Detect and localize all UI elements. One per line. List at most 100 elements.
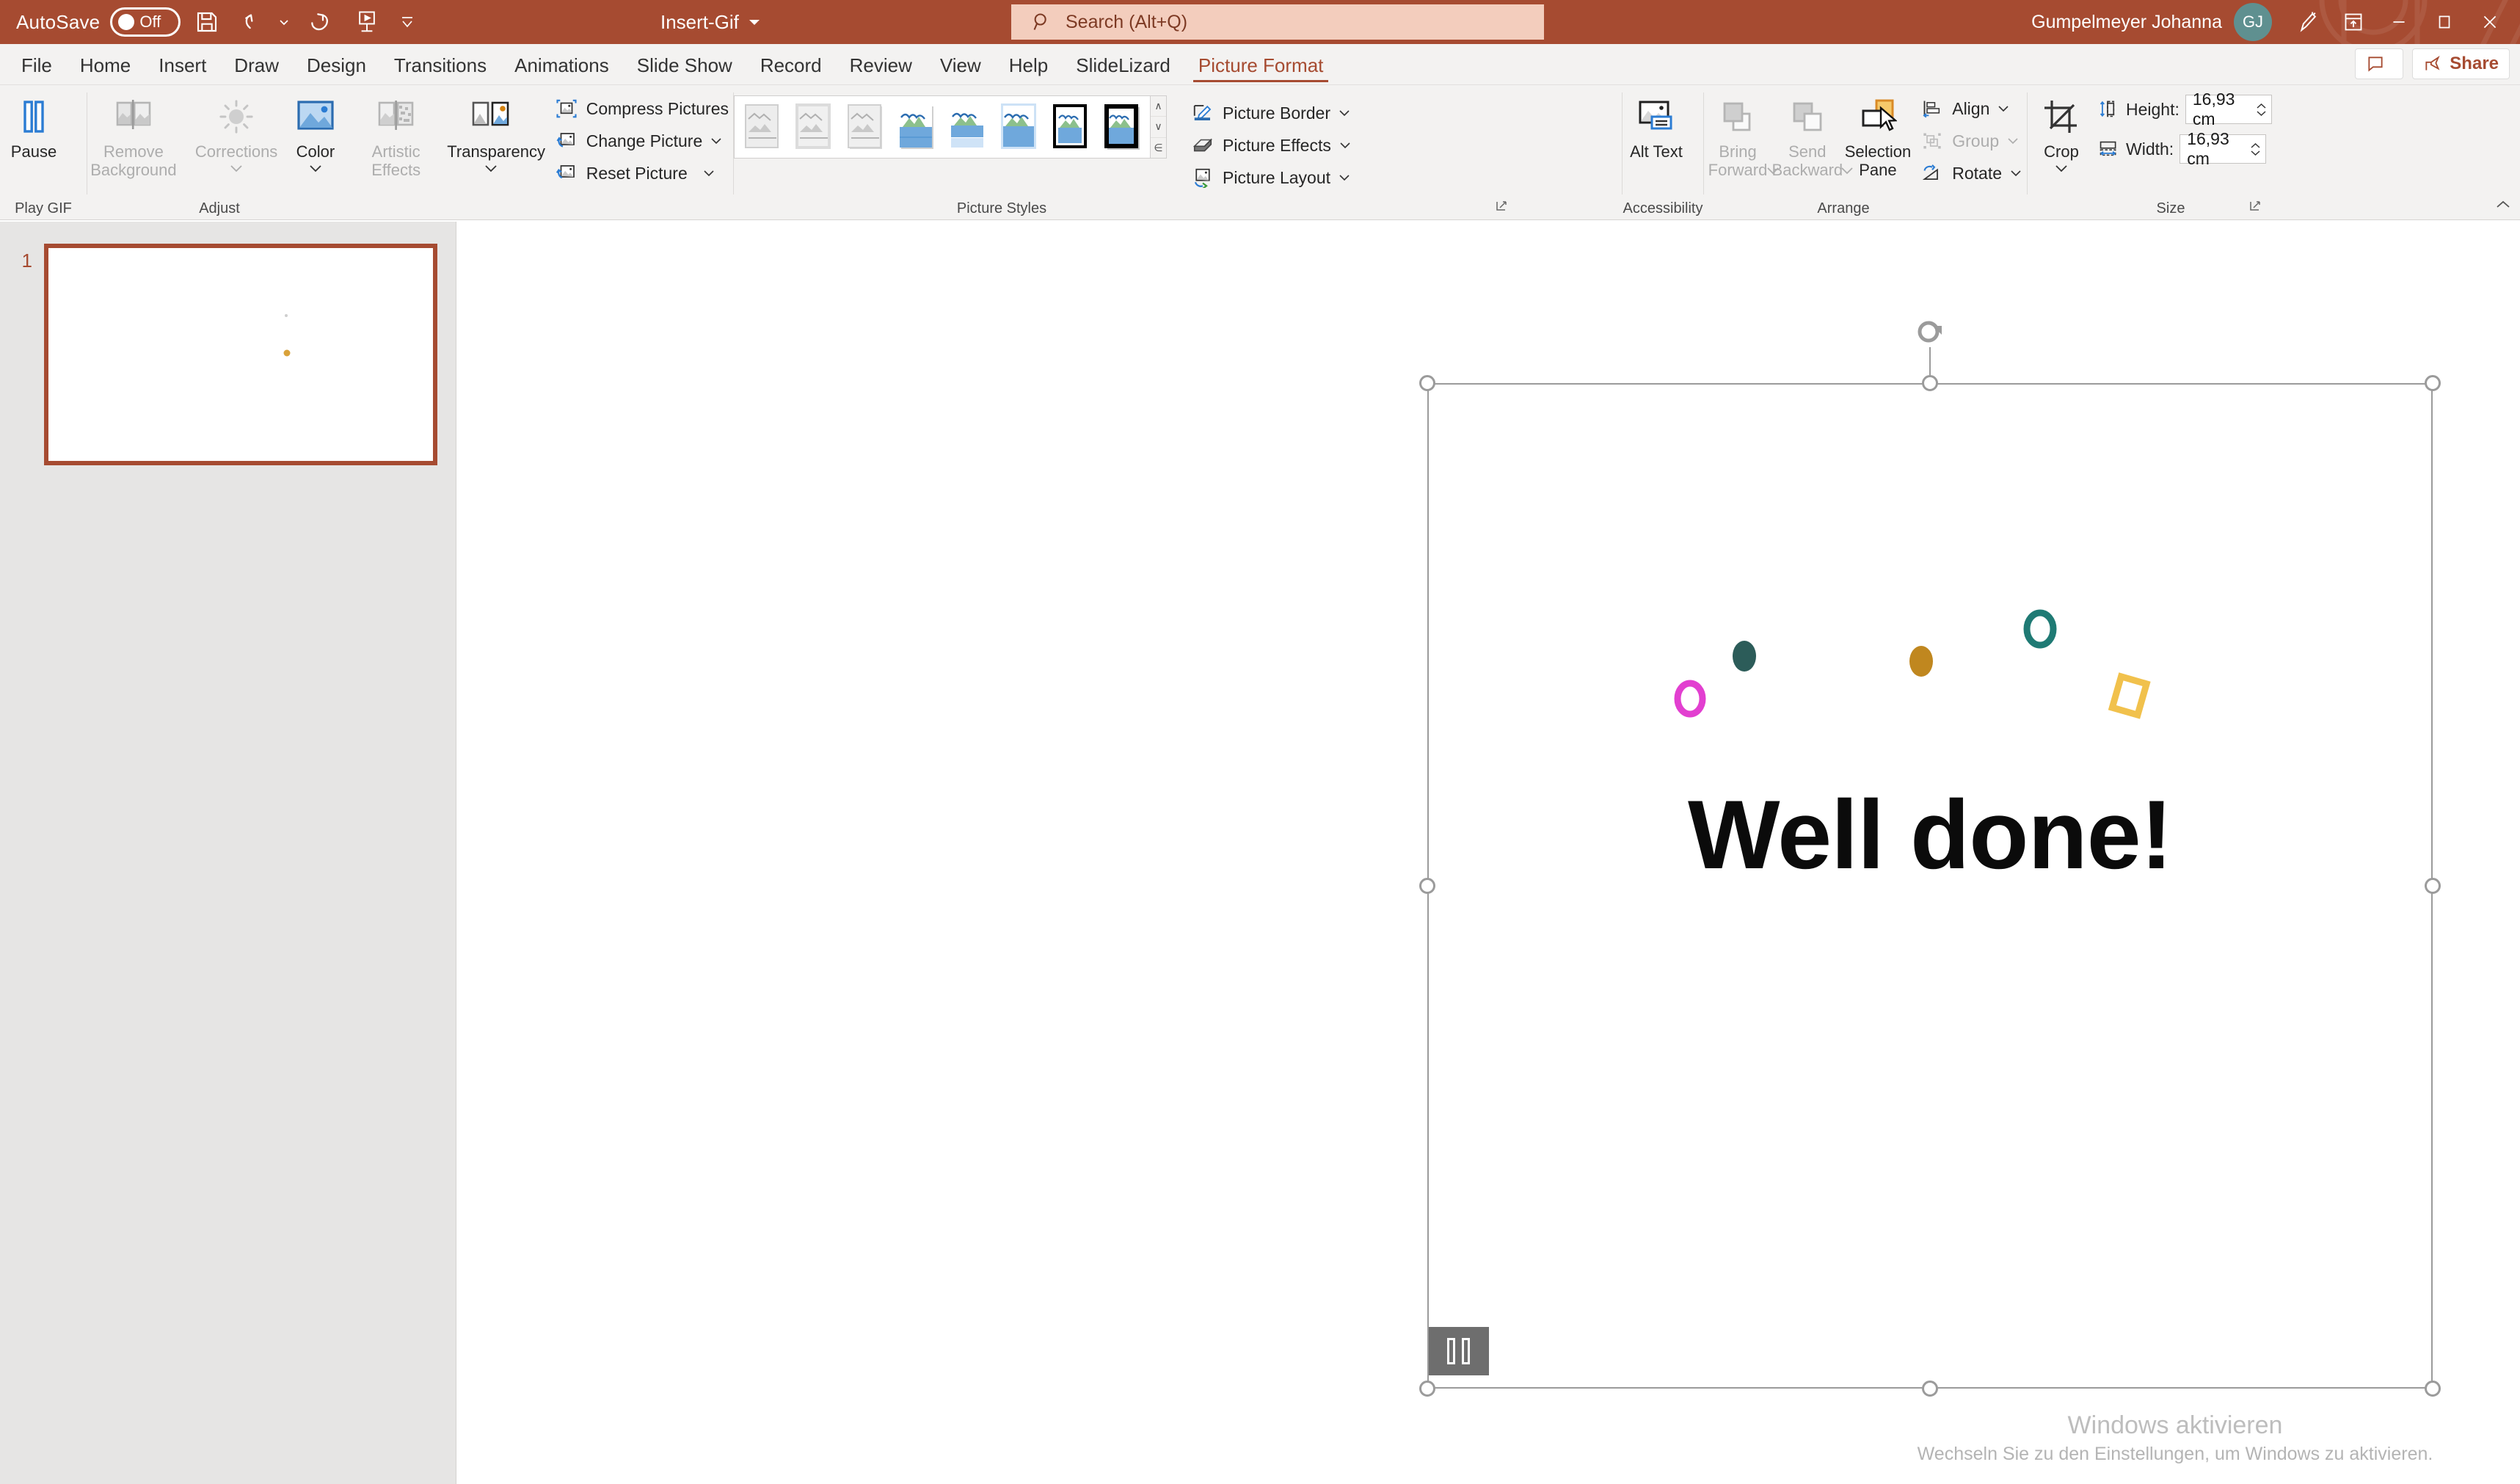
bring-forward-button[interactable]: Bring Forward bbox=[1704, 91, 1771, 175]
picture-style-thumb[interactable] bbox=[896, 103, 937, 151]
close-icon[interactable] bbox=[2467, 0, 2513, 44]
undo-icon[interactable] bbox=[233, 4, 274, 40]
picture-border-chevron-down-icon[interactable] bbox=[1338, 109, 1351, 117]
picture-border-button[interactable]: Picture Border bbox=[1186, 97, 1356, 129]
color-button[interactable]: Color bbox=[277, 91, 353, 173]
document-title-area[interactable]: Insert-Gif bbox=[660, 0, 761, 44]
transparency-chevron-down-icon[interactable] bbox=[483, 164, 499, 173]
tab-insert[interactable]: Insert bbox=[145, 46, 220, 84]
crop-button[interactable]: Crop bbox=[2028, 91, 2095, 173]
resize-handle-bottom-center[interactable] bbox=[1922, 1381, 1938, 1397]
gif-picture[interactable]: Well done! bbox=[1427, 383, 2433, 1389]
width-stepper[interactable] bbox=[2250, 142, 2261, 156]
share-button[interactable]: Share bbox=[2412, 48, 2510, 79]
slide-thumbnail-panel[interactable]: 1 bbox=[0, 222, 456, 1484]
picture-style-thumb[interactable] bbox=[845, 103, 886, 151]
picture-style-thumb[interactable] bbox=[742, 103, 783, 151]
selection-pane-button[interactable]: Selection Pane bbox=[1843, 91, 1913, 179]
send-backward-button[interactable]: Send Backward bbox=[1771, 91, 1843, 175]
picture-style-thumb[interactable] bbox=[1050, 103, 1091, 151]
size-dialog-launcher[interactable] bbox=[2246, 197, 2265, 217]
tab-home[interactable]: Home bbox=[66, 46, 145, 84]
picture-layout-chevron-down-icon[interactable] bbox=[1338, 173, 1351, 182]
resize-handle-top-right[interactable] bbox=[2425, 375, 2441, 391]
avatar[interactable]: GJ bbox=[2234, 3, 2272, 41]
resize-handle-bottom-left[interactable] bbox=[1419, 1381, 1435, 1397]
picture-styles-scroll-down-button[interactable]: ∨ bbox=[1151, 117, 1166, 137]
minimize-icon[interactable] bbox=[2376, 0, 2422, 44]
resize-handle-middle-left[interactable] bbox=[1419, 878, 1435, 894]
remove-background-button[interactable]: Remove Background bbox=[87, 91, 180, 179]
picture-styles-scroll-up-button[interactable]: ∧ bbox=[1151, 96, 1166, 117]
tab-record[interactable]: Record bbox=[746, 46, 836, 84]
slide-surface[interactable]: Well done! bbox=[471, 251, 2489, 1403]
group-button[interactable]: Group bbox=[1915, 125, 2027, 157]
reset-picture-chevron-down-icon[interactable] bbox=[702, 169, 715, 178]
picture-styles-gallery[interactable] bbox=[734, 95, 1151, 159]
color-chevron-down-icon[interactable] bbox=[307, 164, 324, 173]
tab-review[interactable]: Review bbox=[836, 46, 926, 84]
corrections-chevron-down-icon[interactable] bbox=[228, 164, 244, 173]
height-input[interactable]: 16,93 cm bbox=[2185, 95, 2272, 124]
width-input[interactable]: 16,93 cm bbox=[2179, 134, 2266, 164]
picture-styles-scrollbar[interactable]: ∧ ∨ ∈ bbox=[1151, 95, 1167, 159]
comments-button[interactable] bbox=[2355, 48, 2403, 79]
picture-style-thumb[interactable] bbox=[1101, 103, 1143, 151]
ribbon-display-options-icon[interactable] bbox=[2331, 0, 2376, 44]
height-stepper[interactable] bbox=[2256, 103, 2267, 117]
save-icon[interactable] bbox=[186, 4, 227, 40]
autosave-toggle[interactable]: Off bbox=[110, 7, 181, 37]
slide-thumbnail-1[interactable] bbox=[44, 244, 437, 465]
search-input[interactable]: Search (Alt+Q) bbox=[1011, 4, 1544, 40]
rotate-button[interactable]: Rotate bbox=[1915, 157, 2027, 189]
resize-handle-bottom-right[interactable] bbox=[2425, 1381, 2441, 1397]
customize-quick-access-icon[interactable] bbox=[398, 15, 417, 29]
resize-handle-top-center[interactable] bbox=[1922, 375, 1938, 391]
collapse-ribbon-icon[interactable] bbox=[2492, 194, 2514, 216]
compress-pictures-button[interactable]: Compress Pictures bbox=[550, 92, 733, 125]
gif-pause-overlay-button[interactable] bbox=[1427, 1327, 1489, 1375]
group-chevron-down-icon[interactable] bbox=[2006, 137, 2020, 145]
align-chevron-down-icon[interactable] bbox=[1997, 104, 2010, 113]
maximize-icon[interactable] bbox=[2422, 0, 2467, 44]
pause-gif-button[interactable]: Pause bbox=[0, 91, 68, 161]
slide-editing-area[interactable]: Well done! bbox=[456, 222, 2520, 1484]
crop-chevron-down-icon[interactable] bbox=[2053, 164, 2069, 173]
picture-effects-button[interactable]: Picture Effects bbox=[1186, 129, 1356, 161]
transparency-button[interactable]: Transparency bbox=[439, 91, 544, 173]
resize-handle-middle-right[interactable] bbox=[2425, 878, 2441, 894]
start-presentation-icon[interactable] bbox=[346, 4, 387, 40]
picture-effects-chevron-down-icon[interactable] bbox=[1339, 141, 1352, 150]
tab-picture-format[interactable]: Picture Format bbox=[1184, 46, 1338, 84]
picture-style-thumb[interactable] bbox=[947, 103, 988, 151]
reset-picture-button[interactable]: Reset Picture bbox=[550, 157, 733, 189]
picture-styles-dialog-launcher[interactable] bbox=[1493, 197, 1512, 217]
tab-draw[interactable]: Draw bbox=[220, 46, 293, 84]
artistic-effects-button[interactable]: Artistic Effects bbox=[353, 91, 438, 179]
picture-styles-more-button[interactable]: ∈ bbox=[1151, 138, 1166, 158]
corrections-button[interactable]: Corrections bbox=[195, 91, 278, 173]
tab-slidelizard[interactable]: SlideLizard bbox=[1062, 46, 1184, 84]
rotate-handle-icon[interactable] bbox=[1914, 316, 1946, 348]
resize-handle-top-left[interactable] bbox=[1419, 375, 1435, 391]
slide-thumbnail-item[interactable]: 1 bbox=[0, 244, 437, 465]
picture-style-thumb[interactable] bbox=[999, 103, 1040, 151]
picture-style-thumb[interactable] bbox=[793, 103, 834, 151]
tab-help[interactable]: Help bbox=[995, 46, 1062, 84]
tab-transitions[interactable]: Transitions bbox=[380, 46, 500, 84]
ink-pen-icon[interactable] bbox=[2285, 0, 2331, 44]
change-picture-button[interactable]: Change Picture bbox=[550, 125, 733, 157]
alt-text-button[interactable]: Alt Text bbox=[1623, 91, 1690, 161]
tab-view[interactable]: View bbox=[926, 46, 995, 84]
tab-file[interactable]: File bbox=[7, 46, 66, 84]
align-button[interactable]: Align bbox=[1915, 92, 2027, 125]
rotate-chevron-down-icon[interactable] bbox=[2009, 169, 2022, 178]
document-title-chevron-down-icon[interactable] bbox=[748, 18, 761, 26]
undo-chevron-down-icon[interactable] bbox=[274, 16, 294, 28]
change-picture-chevron-down-icon[interactable] bbox=[710, 137, 723, 145]
tab-slide-show[interactable]: Slide Show bbox=[623, 46, 746, 84]
tab-design[interactable]: Design bbox=[293, 46, 380, 84]
picture-layout-button[interactable]: Picture Layout bbox=[1186, 161, 1356, 194]
tab-animations[interactable]: Animations bbox=[500, 46, 623, 84]
redo-icon[interactable] bbox=[299, 4, 341, 40]
